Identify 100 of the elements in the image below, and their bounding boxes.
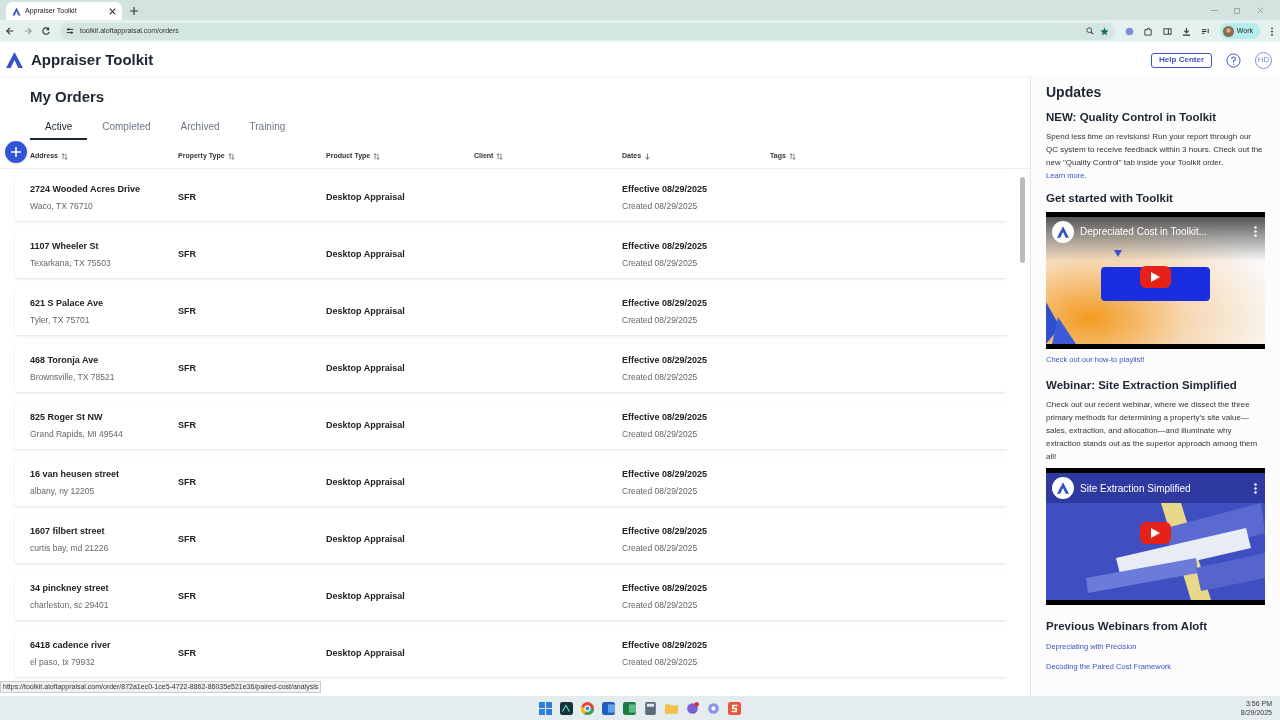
city-text: Waco, TX 76710: [30, 199, 94, 213]
created-date: Created 08/29/2025: [622, 598, 699, 612]
sort-icon[interactable]: [496, 152, 504, 160]
close-icon[interactable]: [109, 7, 116, 15]
paragraph: Check out our recent webinar, where we dissect the three primary methods for determining a property's site value—sales, extraction, and allocation—and illuminate why extraction stands out as the superior approach among them all!: [1046, 399, 1259, 463]
plus-icon: [11, 147, 21, 157]
more-icon[interactable]: [1254, 482, 1257, 494]
chat-app-icon[interactable]: [686, 701, 700, 715]
sort-arrow-icon[interactable]: [644, 152, 652, 160]
effective-date: Effective 08/29/2025: [622, 240, 709, 253]
city-text: Brownsville, TX 78521: [30, 370, 116, 384]
order-row[interactable]: 468 Toronja Ave Brownsville, TX 78521 SFR Desktop Appraisal Effective 08/29/2025 Created 08/29/2025: [15, 344, 1007, 392]
city-text: Tyler, TX 75701: [30, 313, 91, 327]
product-type-text: Desktop Appraisal: [326, 648, 405, 658]
property-type-text: SFR: [178, 534, 196, 544]
product-type-text: Desktop Appraisal: [326, 363, 405, 373]
avatar-icon: [1222, 25, 1234, 37]
app-title: Appraiser Toolkit: [31, 49, 155, 70]
address-text: 16 van heusen street: [30, 468, 121, 481]
forward-icon[interactable]: [24, 27, 32, 35]
new-tab-icon[interactable]: [130, 7, 138, 15]
property-type-text: SFR: [178, 192, 196, 202]
city-text: Grand Rapids, MI 49544: [30, 427, 124, 441]
order-row[interactable]: 16 van heusen street albany, ny 12205 SFR Desktop Appraisal Effective 08/29/2025 Created 08/29/2025: [15, 458, 1007, 506]
windows-start-icon[interactable]: [539, 701, 553, 715]
order-row[interactable]: 2724 Wooded Acres Drive Waco, TX 76710 SFR Desktop Appraisal Effective 08/29/2025 Created 08/29/2025: [15, 173, 1007, 221]
play-icon: [1151, 271, 1160, 282]
city-text: Texarkana, TX 75503: [30, 256, 112, 270]
section-heading: Get started with Toolkit: [1046, 191, 1174, 207]
spreadsheet-app-icon[interactable]: [623, 701, 637, 715]
product-type-text: Desktop Appraisal: [326, 477, 405, 487]
document-app-icon[interactable]: [602, 701, 616, 715]
created-date: Created 08/29/2025: [622, 199, 699, 213]
effective-date: Effective 08/29/2025: [622, 411, 709, 424]
address-text: 6418 cadence river: [30, 639, 112, 652]
sort-icon[interactable]: [788, 152, 796, 160]
created-date: Created 08/29/2025: [622, 541, 699, 555]
created-date: Created 08/29/2025: [622, 313, 699, 327]
terminal-app-icon[interactable]: [560, 701, 574, 715]
sort-icon[interactable]: [373, 152, 381, 160]
sort-icon[interactable]: [61, 152, 68, 160]
property-type-text: SFR: [178, 420, 196, 430]
star-icon[interactable]: [1099, 26, 1109, 36]
back-icon[interactable]: [6, 27, 14, 35]
product-type-text: Desktop Appraisal: [326, 306, 405, 316]
created-date: Created 08/29/2025: [622, 655, 699, 669]
panel-title: Updates: [1046, 83, 1103, 102]
logo-icon: [12, 6, 21, 16]
address-text: 2724 Wooded Acres Drive: [30, 183, 142, 196]
help-center-button[interactable]: Help Center: [1151, 52, 1212, 68]
help-icon[interactable]: [1226, 52, 1241, 68]
menu-icon[interactable]: [1270, 26, 1274, 36]
sidebar-icon[interactable]: [1162, 26, 1172, 36]
city-text: albany, ny 12205: [30, 484, 96, 498]
property-type-text: SFR: [178, 648, 196, 658]
zoom-icon[interactable]: [1085, 27, 1094, 35]
order-row[interactable]: 1607 filbert street curtis bay, md 21226 SFR Desktop Appraisal Effective 08/29/2025 Created 08/29/2025: [15, 515, 1007, 563]
property-type-text: SFR: [178, 363, 196, 373]
city-text: el paso, tx 79932: [30, 655, 96, 669]
download-icon[interactable]: [1181, 26, 1191, 36]
tab[interactable]: Archived: [165, 115, 235, 140]
logo-icon: [1057, 225, 1069, 238]
scroll-thumb[interactable]: [1020, 177, 1025, 263]
created-date: Created 08/29/2025: [622, 370, 699, 384]
reload-icon[interactable]: [42, 27, 50, 35]
city-text: curtis bay, md 21226: [30, 541, 110, 555]
play-button[interactable]: [1140, 522, 1171, 544]
order-row[interactable]: 621 S Palace Ave Tyler, TX 75701 SFR Desktop Appraisal Effective 08/29/2025 Created 08/29/2025: [15, 287, 1007, 335]
tab[interactable]: Active: [30, 115, 88, 140]
effective-date: Effective 08/29/2025: [622, 468, 709, 481]
address-text: 1107 Wheeler St: [30, 240, 100, 253]
page-title: My Orders: [30, 87, 106, 106]
order-row[interactable]: 6418 cadence river el paso, tx 79932 SFR Desktop Appraisal Effective 08/29/2025 Created 08/29/2025: [15, 629, 1007, 677]
app-icon[interactable]: [728, 701, 742, 715]
property-type-text: SFR: [178, 306, 196, 316]
product-type-text: Desktop Appraisal: [326, 192, 405, 202]
city-text: charleston, sc 29401: [30, 598, 110, 612]
logo-icon: [6, 52, 23, 68]
property-type-text: SFR: [178, 591, 196, 601]
address-text: 621 S Palace Ave: [30, 297, 104, 310]
order-row[interactable]: 825 Roger St NW Grand Rapids, MI 49544 SFR Desktop Appraisal Effective 08/29/2025 Created 08/29/2025: [15, 401, 1007, 449]
order-row[interactable]: 1107 Wheeler St Texarkana, TX 75503 SFR Desktop Appraisal Effective 08/29/2025 Created 08/29/2025: [15, 230, 1007, 278]
video-title[interactable]: Depreciated Cost in Toolkit...: [1080, 224, 1248, 239]
site-info-icon[interactable]: [66, 27, 74, 35]
effective-date: Effective 08/29/2025: [622, 297, 709, 310]
calculator-app-icon[interactable]: [644, 701, 658, 715]
browser-app-icon[interactable]: [581, 701, 595, 715]
tab[interactable]: Training: [234, 115, 301, 140]
effective-date: Effective 08/29/2025: [622, 639, 709, 652]
address-text: 34 pinckney street: [30, 582, 110, 595]
tab[interactable]: Completed: [87, 115, 166, 140]
order-row[interactable]: 34 pinckney street charleston, sc 29401 SFR Desktop Appraisal Effective 08/29/2025 Created 08/29/2025: [15, 572, 1007, 620]
section-heading: Previous Webinars from Aloft: [1046, 619, 1209, 634]
address-text: 1607 filbert street: [30, 525, 106, 538]
effective-date: Effective 08/29/2025: [622, 183, 709, 196]
logo-icon: [1057, 482, 1069, 494]
sort-icon[interactable]: [227, 152, 235, 160]
section-heading: NEW: Quality Control in Toolkit: [1046, 110, 1218, 125]
product-type-text: Desktop Appraisal: [326, 534, 405, 544]
add-order-button[interactable]: [5, 141, 27, 163]
